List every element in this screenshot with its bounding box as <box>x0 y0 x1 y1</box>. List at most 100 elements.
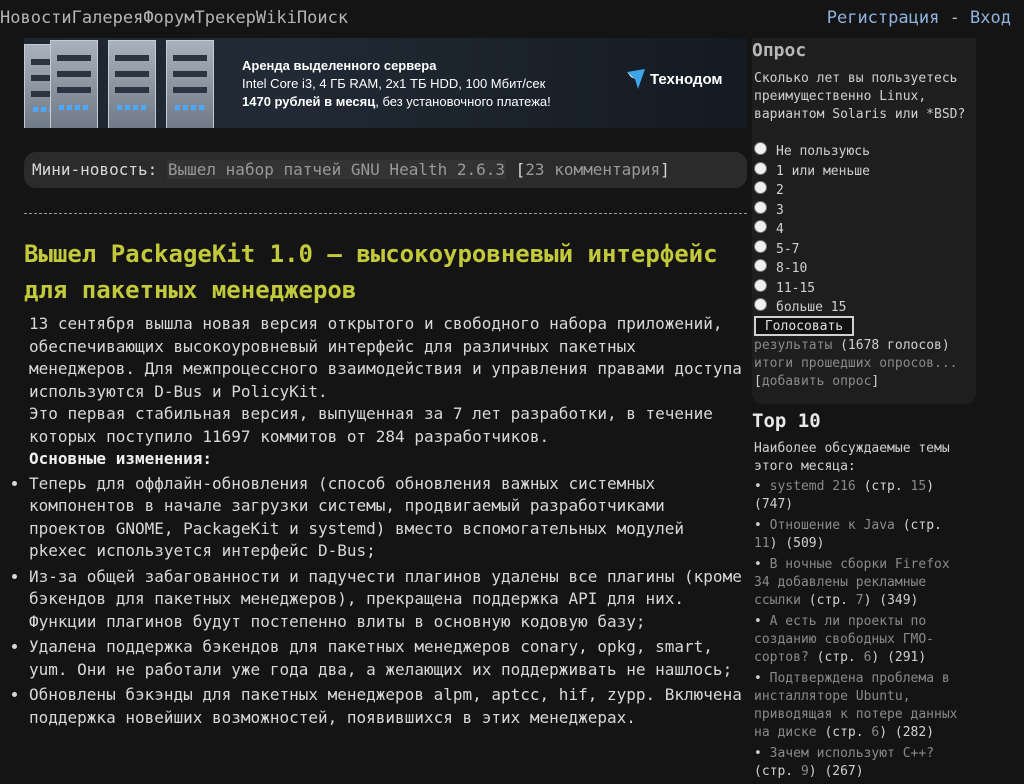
poll-links: результаты (1678 голосов) итоги прошедши… <box>754 338 958 389</box>
radio-button[interactable] <box>754 259 767 273</box>
poll-options: Не пользуюсь 1 или меньше 2 3 4 5-7 8-10… <box>754 142 870 318</box>
page-link[interactable]: 7 <box>856 593 864 608</box>
topic-link[interactable]: Зачем используют C++? <box>770 746 934 761</box>
comment-count: (747) <box>754 497 794 512</box>
radio-button[interactable] <box>754 142 767 156</box>
poll-vote-count: (1678 голосов) <box>832 338 950 353</box>
server-image <box>108 40 156 128</box>
register-link[interactable]: Регистрация <box>827 8 940 28</box>
nav-wiki[interactable]: Wiki <box>256 8 297 28</box>
nav-search[interactable]: Поиск <box>297 8 348 28</box>
list-item: • Зачем используют C++? (стр. 9) (267) <box>754 746 935 779</box>
poll-option[interactable]: 11-15 <box>754 278 870 299</box>
radio-button[interactable] <box>754 200 767 214</box>
top-nav: НовостиГалереяФорумТрекерWikiПоиск <box>0 8 348 28</box>
list-item: Теперь для оффлайн-обновления (способ об… <box>29 473 749 563</box>
page-link[interactable]: 11 <box>754 536 770 551</box>
poll-option[interactable]: 5-7 <box>754 239 870 260</box>
poll-option-label: 1 или меньше <box>776 163 870 179</box>
nav-tracker[interactable]: Трекер <box>195 8 256 28</box>
add-poll-link[interactable]: добавить опрос <box>762 374 872 389</box>
radio-button[interactable] <box>754 298 767 312</box>
top10-heading: Top 10 <box>752 410 821 432</box>
server-image <box>166 40 214 128</box>
poll-question: Сколько лет вы пользуетесь преимуществен… <box>754 71 966 122</box>
divider <box>24 213 747 214</box>
top10-subtitle: Наиболее обсуждаемые темы этого месяца: <box>754 441 950 474</box>
mini-news: Мини-новость: Вышел набор патчей GNU Hea… <box>24 152 747 188</box>
mini-news-comments-link[interactable]: 23 комментария <box>525 160 660 179</box>
poll-results-link[interactable]: результаты <box>754 338 832 353</box>
poll-option-label: 5-7 <box>776 241 800 257</box>
list-item: • Отношение к Java (стр. 11) (509) <box>754 518 942 551</box>
poll-option-label: больше 15 <box>776 300 847 316</box>
banner-price-rest: , без установочного платежа! <box>375 94 551 109</box>
poll-heading: Опрос <box>752 40 807 61</box>
poll-option-label: 2 <box>776 183 784 199</box>
poll-option-label: 11-15 <box>776 280 816 296</box>
poll-option[interactable]: 2 <box>754 181 870 201</box>
topic-link[interactable]: В ночные сборки Firefox 34 добавлены рек… <box>754 557 950 608</box>
auth-links: Регистрация - Вход <box>827 8 1011 28</box>
changes-heading: Основные изменения: <box>29 449 213 468</box>
article-body: 13 сентября вышла новая версия открытого… <box>29 313 749 732</box>
article-paragraph: 13 сентября вышла новая версия открытого… <box>29 314 742 401</box>
banner-title: Аренда выделенного сервера <box>242 58 437 73</box>
radio-button[interactable] <box>754 220 767 234</box>
banner-price-bold: 1470 рублей в месяц <box>242 94 376 109</box>
article-title[interactable]: Вышел PackageKit 1.0 — высокоуровневый и… <box>24 236 749 308</box>
vote-button[interactable]: Голосовать <box>754 316 854 336</box>
nav-gallery[interactable]: Галерея <box>72 8 144 28</box>
list-item: • А есть ли проекты по созданию свободны… <box>754 614 935 665</box>
poll-option[interactable]: больше 15 <box>754 298 870 318</box>
radio-button[interactable] <box>754 181 767 195</box>
poll-option-label: 3 <box>776 202 784 218</box>
list-item: Удалена поддержка бэкендов для пакетных … <box>29 636 749 681</box>
poll-box: Опрос Сколько лет вы пользуетесь преимущ… <box>752 38 976 404</box>
mini-news-label: Мини-новость: <box>32 160 158 179</box>
brand-name: Технодом <box>650 70 723 88</box>
radio-button[interactable] <box>754 239 767 253</box>
topic-link[interactable]: Отношение к Java <box>770 518 895 533</box>
login-link[interactable]: Вход <box>970 8 1011 28</box>
comment-count: (291) <box>887 650 927 665</box>
topic-link[interactable]: systemd 216 <box>770 479 856 494</box>
server-image <box>50 40 98 128</box>
mini-news-link[interactable]: Вышел набор патчей GNU Health 2.6.3 <box>166 160 507 179</box>
article-paragraph: Это первая стабильная версия, выпущенная… <box>29 404 713 446</box>
list-item: Из-за общей забагованности и падучести п… <box>29 566 749 634</box>
past-polls-link[interactable]: итоги прошедших опросов... <box>754 356 958 371</box>
banner-price: 1470 рублей в месяц, без установочного п… <box>242 94 551 109</box>
poll-option[interactable]: 1 или меньше <box>754 161 870 182</box>
list-item: • В ночные сборки Firefox 34 добавлены р… <box>754 557 950 608</box>
auth-separator: - <box>939 8 971 28</box>
page-link[interactable]: 6 <box>864 650 872 665</box>
poll-option-label: Не пользуюсь <box>776 144 870 160</box>
nav-news[interactable]: Новости <box>0 8 72 28</box>
ad-banner[interactable]: Аренда выделенного сервера Intel Core i3… <box>24 38 747 128</box>
radio-button[interactable] <box>754 278 767 292</box>
poll-option-label: 4 <box>776 222 784 238</box>
page-link[interactable]: 9 <box>801 764 809 779</box>
comment-count: (349) <box>879 593 919 608</box>
nav-forum[interactable]: Форум <box>143 8 194 28</box>
brand-logo: Технодом <box>626 68 723 90</box>
page-link[interactable]: 15 <box>911 479 927 494</box>
comment-count: (282) <box>894 725 935 740</box>
comment-count: (267) <box>824 764 864 779</box>
poll-option[interactable]: 3 <box>754 200 870 221</box>
poll-option[interactable]: Не пользуюсь <box>754 142 870 162</box>
list-item: Обновлены бэкэнды для пакетных менеджеро… <box>29 684 749 729</box>
poll-option[interactable]: 8-10 <box>754 259 870 279</box>
radio-button[interactable] <box>754 161 767 175</box>
top10-list: • systemd 216 (стр. 15) (747) • Отношени… <box>754 478 972 784</box>
list-item: • systemd 216 (стр. 15) (747) <box>754 479 935 512</box>
poll-option[interactable]: 4 <box>754 220 870 240</box>
list-item: • Подтверждена проблема в инсталляторе U… <box>754 671 958 740</box>
technodom-logo-icon <box>627 69 645 89</box>
poll-option-label: 8-10 <box>776 261 808 277</box>
comment-count: (509) <box>785 536 825 551</box>
page-link[interactable]: 6 <box>871 725 879 740</box>
changes-list: Теперь для оффлайн-обновления (способ об… <box>0 473 749 730</box>
banner-spec: Intel Core i3, 4 ГБ RAM, 2x1 ТБ HDD, 100… <box>242 76 546 91</box>
